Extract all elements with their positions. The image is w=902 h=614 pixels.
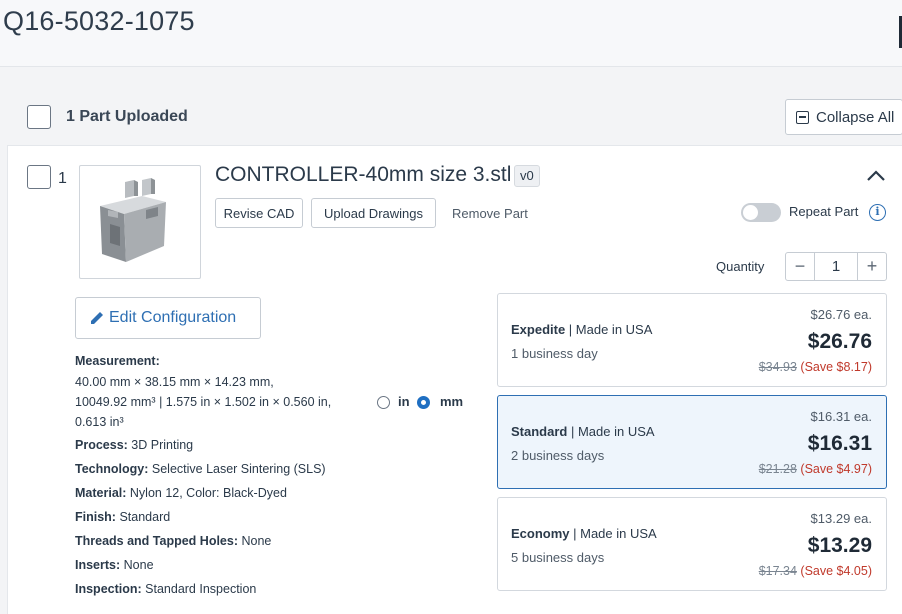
unit-mm-radio[interactable] xyxy=(417,396,430,409)
parts-uploaded-label: 1 Part Uploaded xyxy=(66,108,188,125)
quantity-stepper: − 1 + xyxy=(785,252,887,281)
collapse-all-label: Collapse All xyxy=(816,108,895,126)
lead-time: 1 business day xyxy=(511,346,598,361)
measurement-label: Measurement: xyxy=(75,354,160,368)
part-name: CONTROLLER-40mm size 3.stl xyxy=(215,163,512,186)
select-all-checkbox[interactable] xyxy=(27,105,51,129)
upload-drawings-button[interactable]: Upload Drawings xyxy=(311,198,436,228)
unit-in-radio[interactable] xyxy=(377,396,390,409)
edit-configuration-label: Edit Configuration xyxy=(109,309,237,326)
lead-time: 2 business days xyxy=(511,448,605,463)
info-icon[interactable]: i xyxy=(869,204,886,221)
measurement-line-3: 0.613 in³ xyxy=(75,415,124,429)
savings: $21.28 (Save $4.97) xyxy=(758,462,872,476)
unit-price: $13.29 ea. xyxy=(810,511,872,526)
quote-id: Q16-5032-1075 xyxy=(3,6,195,36)
spec-finish: Finish: Standard xyxy=(75,510,171,524)
part-checkbox[interactable] xyxy=(27,165,51,189)
price-tier: Economy | Made in USA xyxy=(511,526,657,541)
price-tier: Standard | Made in USA xyxy=(511,424,655,439)
quote-header: Q16-5032-1075 xyxy=(0,0,902,67)
spec-inserts: Inserts: None xyxy=(75,558,154,572)
repeat-part-label: Repeat Part xyxy=(789,204,859,219)
spec-technology: Technology: Selective Laser Sintering (S… xyxy=(75,462,326,476)
savings: $34.93 (Save $8.17) xyxy=(758,360,872,374)
measurement-line-2: 10049.92 mm³ | 1.575 in × 1.502 in × 0.5… xyxy=(75,395,332,409)
spec-process: Process: 3D Printing xyxy=(75,438,194,452)
part-number: 1 xyxy=(58,170,67,187)
spec-threads: Threads and Tapped Holes: None xyxy=(75,534,272,548)
quantity-increase-button[interactable]: + xyxy=(858,253,886,280)
price-option-standard[interactable]: Standard | Made in USA 2 business days $… xyxy=(497,395,887,489)
unit-mm-label: mm xyxy=(440,394,464,409)
part-model-icon xyxy=(100,178,166,262)
unit-price: $26.76 ea. xyxy=(810,307,872,322)
unit-price: $16.31 ea. xyxy=(810,409,872,424)
total-price: $13.29 xyxy=(807,534,872,557)
collapse-all-button[interactable]: Collapse All xyxy=(785,99,902,135)
chevron-up-icon[interactable] xyxy=(866,168,886,182)
spec-material: Material: Nylon 12, Color: Black-Dyed xyxy=(75,486,287,500)
unit-in-label: in xyxy=(398,394,410,409)
version-badge: v0 xyxy=(514,165,540,187)
edit-configuration-button[interactable]: Edit Configuration xyxy=(75,297,261,339)
lead-time: 5 business days xyxy=(511,550,605,565)
quantity-label: Quantity xyxy=(716,259,765,274)
revise-cad-button[interactable]: Revise CAD xyxy=(215,198,303,228)
measurement-values: 40.00 mm × 38.15 mm × 14.23 mm, 10049.92… xyxy=(75,372,365,432)
total-price: $16.31 xyxy=(807,432,872,455)
measurement-line-1: 40.00 mm × 38.15 mm × 14.23 mm, xyxy=(75,375,274,389)
quantity-decrease-button[interactable]: − xyxy=(786,253,814,280)
quantity-input[interactable]: 1 xyxy=(814,253,858,280)
savings: $17.34 (Save $4.05) xyxy=(758,564,872,578)
price-option-expedite[interactable]: Expedite | Made in USA 1 business day $2… xyxy=(497,293,887,387)
total-price: $26.76 xyxy=(807,330,872,353)
spec-inspection: Inspection: Standard Inspection xyxy=(75,582,257,596)
part-thumbnail[interactable] xyxy=(79,165,201,279)
price-tier: Expedite | Made in USA xyxy=(511,322,653,337)
collapse-icon xyxy=(796,110,809,124)
remove-part-link[interactable]: Remove Part xyxy=(452,206,528,221)
pencil-icon xyxy=(91,312,103,324)
repeat-part-toggle[interactable] xyxy=(741,203,781,222)
price-option-economy[interactable]: Economy | Made in USA 5 business days $1… xyxy=(497,497,887,591)
